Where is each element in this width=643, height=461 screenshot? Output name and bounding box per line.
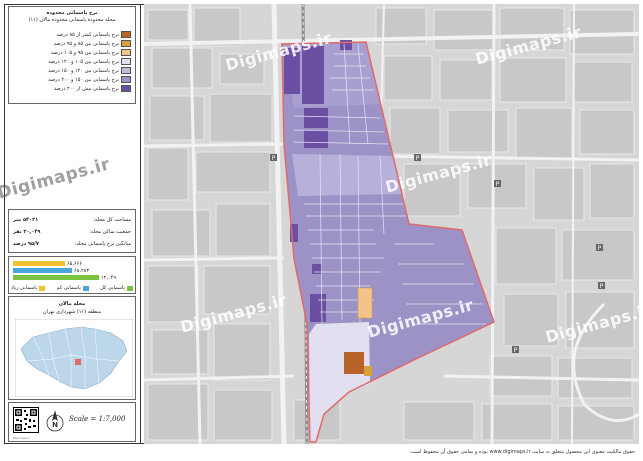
svg-text:P: P xyxy=(272,155,276,162)
legend-item-label: نرخ پاسمانی بین ۱۵۰ و ۲۰۰ درصد xyxy=(48,76,119,83)
parking-icon-3: P xyxy=(596,244,603,252)
map-canvas: P P P P P P xyxy=(144,4,639,444)
location-subtitle: منطقه (۱۱) شهرداری تهران xyxy=(42,309,102,315)
legend-panel: نرخ پاسمانی محدوده محله محدوده پاسمانی م… xyxy=(0,4,141,444)
legend-swatch xyxy=(121,49,131,56)
bar-chart-bar xyxy=(13,261,65,266)
stat-row: ۹۵/۷ درصد میانگین نرخ پاسمانی محله: xyxy=(13,240,131,248)
bar-chart-legend-swatch xyxy=(82,285,89,291)
legend-swatch xyxy=(121,85,131,92)
bar-chart-value: ۱۲,۰۴۹ xyxy=(101,275,117,281)
qr-code xyxy=(13,407,39,433)
svg-text:P: P xyxy=(598,245,602,252)
tehran-inset-map xyxy=(15,319,133,397)
bar-chart-legend: پاسمانی زیاد پاسمانی کم پاسمانی کل xyxy=(11,284,133,292)
svg-text:P: P xyxy=(514,347,518,354)
location-box: محله مالان منطقه (۱۱) شهرداری تهران xyxy=(8,296,136,400)
legend-subtitle: محله محدوده پاسمانی محدوده مالان (۱۱) xyxy=(28,17,116,23)
bar-chart-legend-item: پاسمانی کم xyxy=(57,284,89,292)
svg-text:P: P xyxy=(496,181,500,188)
zone-below-85 xyxy=(344,352,364,374)
footer-copyright: حقوق مالکیت معنوی این محصول متعلق به سای… xyxy=(409,449,635,455)
zone-95-105 xyxy=(357,287,373,319)
svg-text:N: N xyxy=(52,421,58,429)
map-view: P P P P P P Digimaps.ir Digimaps.ir Digi… xyxy=(144,4,639,444)
parking-icon-6: P xyxy=(494,180,501,188)
legend-swatch xyxy=(121,76,131,83)
legend-item: نرخ پاسمانی کمتر از ۸۵ درصد xyxy=(13,31,131,38)
location-title: محله مالان xyxy=(58,301,86,307)
bar-chart-legend-item: پاسمانی زیاد xyxy=(11,284,46,292)
bar-chart-value: ۶۵,۶۶۶ xyxy=(67,261,83,267)
legend-item: نرخ پاسمانی بین ۸۵ و ۹۵ درصد xyxy=(13,40,131,47)
legend-item-label: نرخ پاسمانی بین ۱۰۵ و ۱۲۰ درصد xyxy=(48,58,119,65)
stat-row: ۲۰,۰۴۹ نفر جمعیت ساکن محله: xyxy=(13,228,131,236)
svg-text:P: P xyxy=(600,283,604,290)
legend-item-label: نرخ پاسمانی بیش از ۲۰۰ درصد xyxy=(53,85,119,92)
legend-item: نرخ پاسمانی بین ۱۵۰ و ۲۰۰ درصد xyxy=(13,76,131,83)
bar-chart-box: ۶۵,۶۶۶ ۶۸,۲۸۳ ۱۲,۰۴۹ پاسمانی زیاد پاسمانی ک… xyxy=(8,256,136,294)
footer-box: N Scale = 1:7,000 Digimaps.ir xyxy=(8,402,136,442)
legend-swatch xyxy=(121,31,131,38)
legend-item-label: نرخ پاسمانی بین ۸۵ و ۹۵ درصد xyxy=(53,40,119,47)
stat-label: میانگین نرخ پاسمانی محله: xyxy=(74,241,131,247)
svg-text:P: P xyxy=(416,155,420,162)
legend-item: نرخ پاسمانی بین ۹۵ و ۱۰۵ درصد xyxy=(13,49,131,56)
bar-chart-legend-swatch xyxy=(126,285,133,291)
legend-box: نرخ پاسمانی محدوده محله محدوده پاسمانی م… xyxy=(8,6,136,104)
legend-item-label: نرخ پاسمانی کمتر از ۸۵ درصد xyxy=(56,31,119,38)
scale-label: Scale = 1:7,000 xyxy=(69,415,126,423)
bar-chart-legend-item: پاسمانی کل xyxy=(100,284,133,292)
legend-item: نرخ پاسمانی بین ۱۰۵ و ۱۲۰ درصد xyxy=(13,58,131,65)
parking-icon-2: P xyxy=(414,154,421,162)
stat-row: ۵۴۰۲۱ متر مساحت کل محله: xyxy=(13,216,131,224)
watermark-legend: Digimaps.ir xyxy=(0,154,113,204)
selected-district xyxy=(75,359,81,365)
legend-item: نرخ پاسمانی بین ۱۲۰ و ۱۵۰ درصد xyxy=(13,67,131,74)
bar-chart-legend-swatch xyxy=(39,285,46,291)
legend-title: نرخ پاسمانی محدوده xyxy=(46,10,98,16)
parking-icon-5: P xyxy=(512,346,519,354)
legend-item-label: نرخ پاسمانی بین ۱۲۰ و ۱۵۰ درصد xyxy=(48,67,119,74)
legend-swatch xyxy=(121,40,131,47)
stat-value: ۲۰,۰۴۹ نفر xyxy=(13,229,41,235)
bar-chart-legend-label: پاسمانی کل xyxy=(100,285,125,291)
north-arrow-icon: N xyxy=(46,410,64,432)
stat-value: ۹۵/۷ درصد xyxy=(13,241,39,247)
parking-icon-4: P xyxy=(598,282,605,290)
bar-chart-value: ۶۸,۲۸۳ xyxy=(74,268,90,274)
parking-icon-1: P xyxy=(270,154,277,162)
bar-chart-legend-label: پاسمانی کم xyxy=(56,285,81,291)
stats-box: ۵۴۰۲۱ متر مساحت کل محله: ۲۰,۰۴۹ نفر جمعیت س… xyxy=(8,209,136,253)
legend-item-label: نرخ پاسمانی بین ۹۵ و ۱۰۵ درصد xyxy=(50,49,119,56)
stat-label: مساحت کل محله: xyxy=(93,217,131,223)
stat-value: ۵۴۰۲۱ متر xyxy=(13,217,39,223)
legend-item: نرخ پاسمانی بیش از ۲۰۰ درصد xyxy=(13,85,131,92)
bar-chart-legend-label: پاسمانی زیاد xyxy=(11,285,38,291)
legend-swatch xyxy=(121,58,131,65)
legend-swatch xyxy=(121,67,131,74)
bar-chart-bar xyxy=(13,275,99,280)
bar-chart-bar xyxy=(13,268,72,273)
source-credit: Digimaps.ir xyxy=(13,436,31,440)
stat-label: جمعیت ساکن محله: xyxy=(89,229,131,235)
